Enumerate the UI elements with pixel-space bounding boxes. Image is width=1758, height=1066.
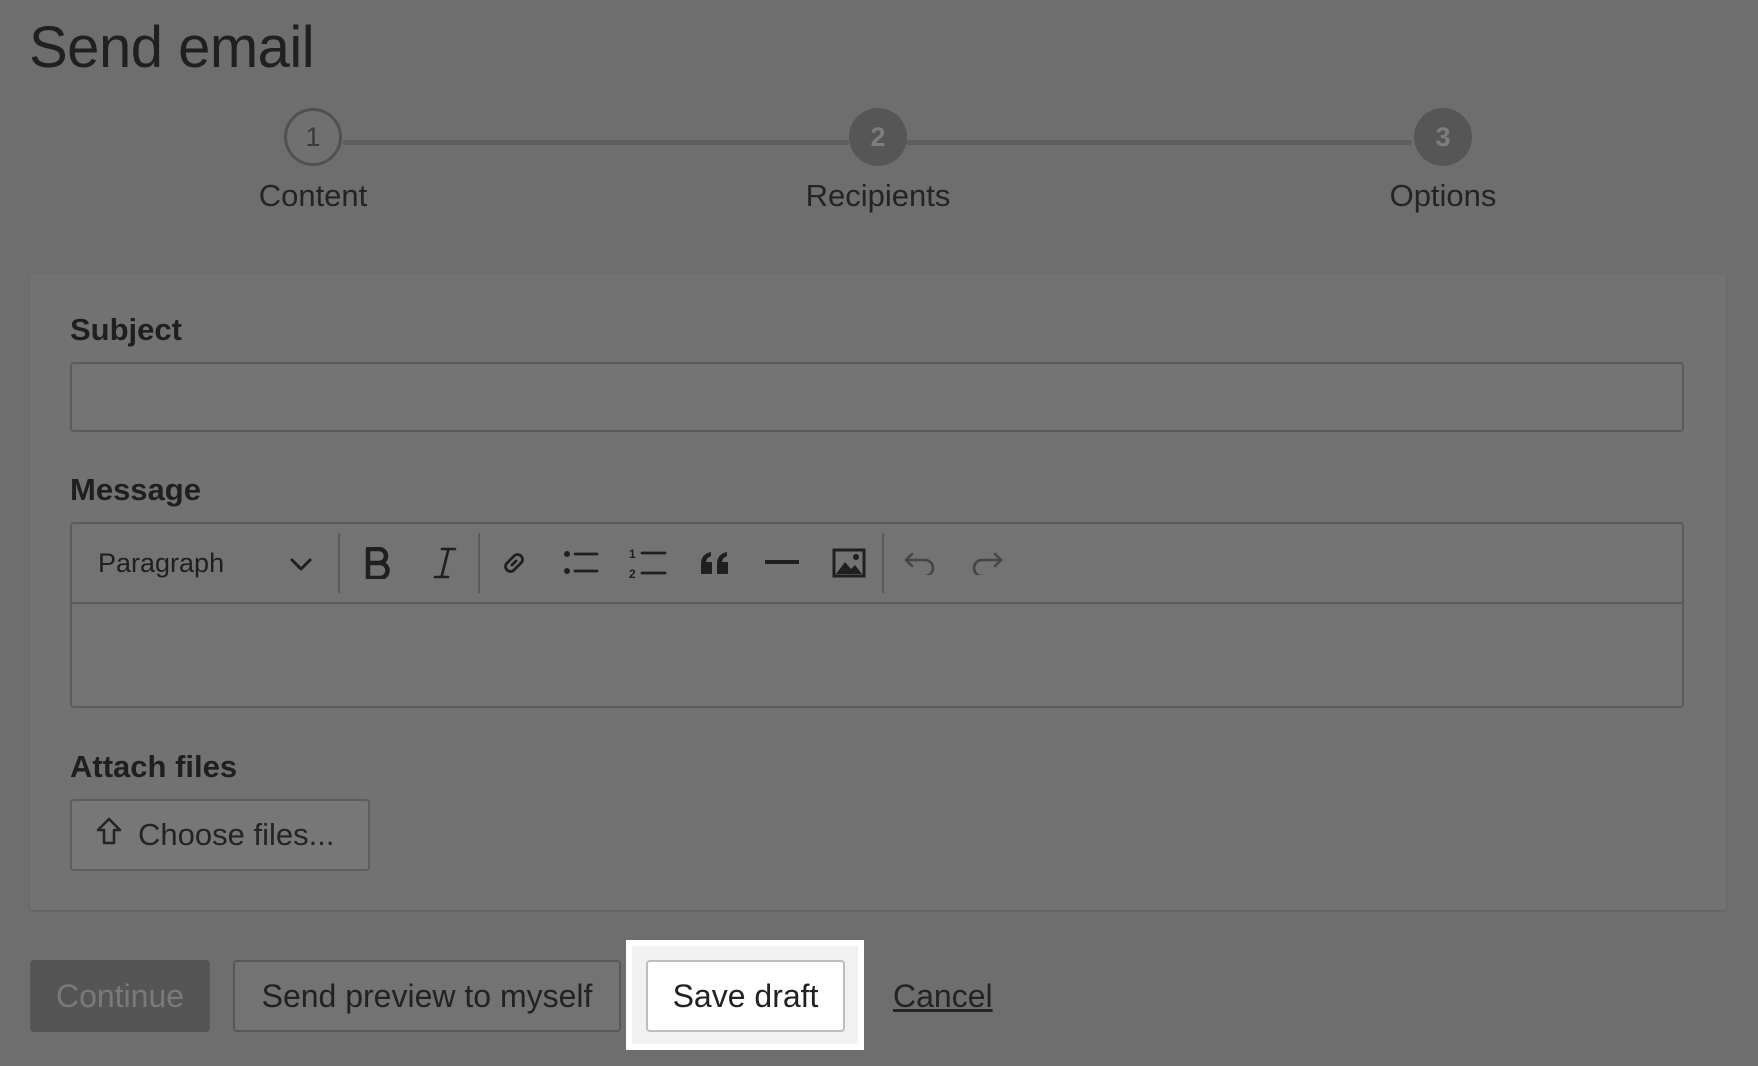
numbered-list-button[interactable]: 12 xyxy=(614,524,681,602)
bulleted-list-icon xyxy=(563,549,599,577)
step-number: 2 xyxy=(849,108,907,166)
horizontal-rule-icon xyxy=(764,560,799,566)
step-number: 3 xyxy=(1414,108,1472,166)
toolbar-separator xyxy=(338,533,340,593)
continue-button[interactable]: Continue xyxy=(30,960,210,1032)
link-icon xyxy=(498,547,530,579)
cancel-link[interactable]: Cancel xyxy=(893,978,993,1015)
bold-icon xyxy=(365,547,391,579)
upload-arrow-icon xyxy=(94,816,124,854)
save-draft-button[interactable]: Save draft xyxy=(646,960,845,1032)
send-preview-button[interactable]: Send preview to myself xyxy=(233,960,621,1032)
choose-files-button[interactable]: Choose files... xyxy=(70,799,370,871)
image-button[interactable] xyxy=(815,524,882,602)
editor-toolbar: Paragraph 1 2 xyxy=(72,524,1682,604)
horizontal-rule-button[interactable] xyxy=(748,524,815,602)
step-recipients[interactable]: 2 Recipients xyxy=(728,108,1028,214)
link-button[interactable] xyxy=(480,524,547,602)
email-form-card: Subject Message Paragraph 1 2 Attach fil… xyxy=(30,274,1726,910)
redo-icon xyxy=(970,551,1004,575)
step-label: Recipients xyxy=(805,178,951,213)
attach-files-label: Attach files xyxy=(70,749,238,784)
step-options[interactable]: 3 Options xyxy=(1293,108,1593,214)
bulleted-list-button[interactable] xyxy=(547,524,614,602)
redo-button[interactable] xyxy=(953,524,1020,602)
toolbar-separator xyxy=(882,533,884,593)
blockquote-button[interactable] xyxy=(681,524,748,602)
choose-files-label: Choose files... xyxy=(138,817,335,852)
format-select-value: Paragraph xyxy=(98,547,225,578)
italic-icon xyxy=(433,547,457,579)
image-icon xyxy=(832,548,866,578)
svg-text:1: 1 xyxy=(629,547,636,561)
chevron-down-icon xyxy=(290,548,312,579)
numbered-list-icon: 12 xyxy=(629,546,667,580)
undo-button[interactable] xyxy=(886,524,953,602)
step-label: Options xyxy=(1389,178,1497,213)
step-label: Content xyxy=(258,178,368,213)
subject-input[interactable] xyxy=(70,362,1684,432)
format-select[interactable]: Paragraph xyxy=(72,524,338,602)
svg-text:2: 2 xyxy=(629,567,636,580)
message-editor: Paragraph 1 2 xyxy=(70,522,1684,708)
subject-label: Subject xyxy=(70,312,182,347)
progress-stepper: 1 Content 2 Recipients 3 Options xyxy=(0,108,1758,228)
step-number: 1 xyxy=(284,108,342,166)
step-content[interactable]: 1 Content xyxy=(163,108,463,214)
page-title: Send email xyxy=(29,15,315,80)
message-label: Message xyxy=(70,472,201,507)
message-body[interactable] xyxy=(72,604,1682,708)
italic-button[interactable] xyxy=(411,524,478,602)
undo-icon xyxy=(903,551,937,575)
blockquote-icon xyxy=(699,550,731,576)
bold-button[interactable] xyxy=(344,524,411,602)
